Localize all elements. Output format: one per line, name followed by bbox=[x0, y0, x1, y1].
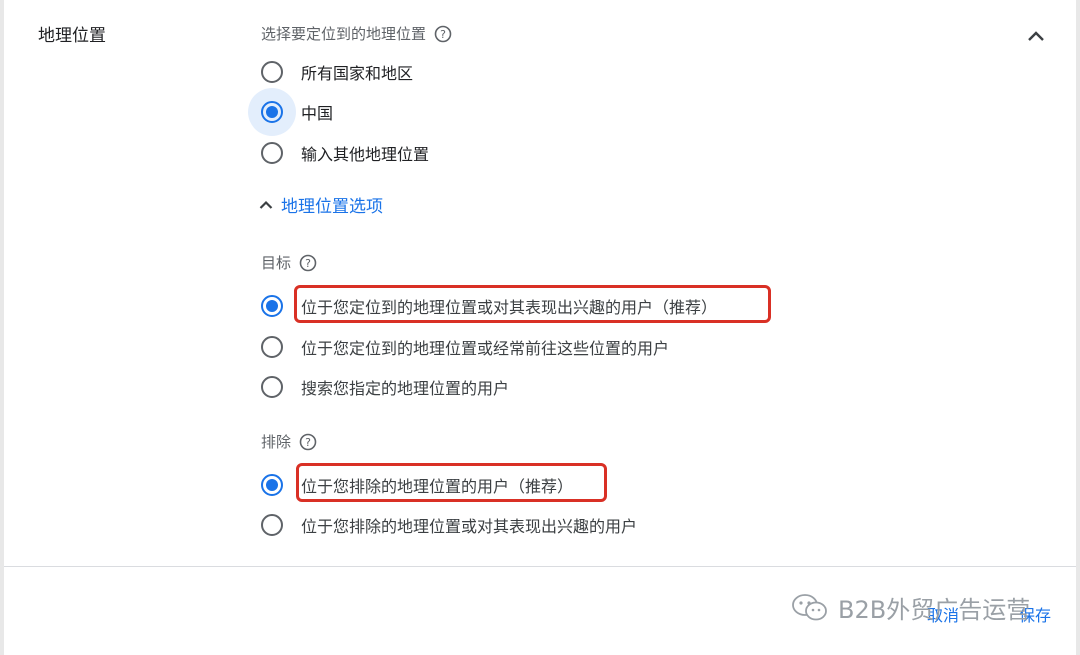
svg-text:?: ? bbox=[305, 436, 311, 449]
radio-label: 中国 bbox=[301, 104, 334, 123]
radio-button[interactable] bbox=[261, 142, 283, 164]
exclude-option-presence[interactable]: 位于您排除的地理位置的用户（推荐） bbox=[261, 473, 573, 497]
watermark: B2B外贸广告运营 bbox=[790, 590, 1030, 625]
svg-text:?: ? bbox=[305, 257, 311, 270]
help-icon[interactable]: ? bbox=[299, 433, 317, 451]
radio-button[interactable] bbox=[261, 61, 283, 83]
radio-button[interactable] bbox=[261, 336, 283, 358]
exclude-option-presence-or-interest[interactable]: 位于您排除的地理位置或对其表现出兴趣的用户 bbox=[261, 513, 637, 537]
locations-subtitle-row: 选择要定位到的地理位置 ? bbox=[261, 23, 452, 44]
footer-divider bbox=[4, 566, 1076, 567]
help-icon[interactable]: ? bbox=[299, 254, 317, 272]
wechat-icon bbox=[792, 593, 827, 620]
radio-label: 位于您排除的地理位置的用户（推荐） bbox=[301, 477, 574, 496]
geo-settings-panel: 地理位置 选择要定位到的地理位置 ? 所有国家和地区 中国 输入其他地理位置 地… bbox=[0, 0, 1080, 655]
radio-button-selected[interactable] bbox=[261, 295, 283, 317]
radio-label: 搜索您指定的地理位置的用户 bbox=[301, 379, 510, 398]
svg-text:?: ? bbox=[440, 28, 446, 41]
target-option-search-interest[interactable]: 搜索您指定的地理位置的用户 bbox=[261, 375, 509, 399]
location-option-other[interactable]: 输入其他地理位置 bbox=[261, 141, 429, 165]
target-subtitle-row: 目标 ? bbox=[261, 252, 317, 273]
chevron-up-icon bbox=[1028, 31, 1044, 41]
section-title: 地理位置 bbox=[38, 26, 106, 46]
chevron-up-icon bbox=[259, 200, 273, 209]
radio-label: 位于您定位到的地理位置或对其表现出兴趣的用户（推荐） bbox=[301, 298, 718, 317]
location-options-toggle[interactable]: 地理位置选项 bbox=[259, 192, 383, 217]
location-options-label: 地理位置选项 bbox=[281, 197, 383, 217]
radio-button-selected[interactable] bbox=[261, 474, 283, 496]
exclude-subtitle-row: 排除 ? bbox=[261, 431, 317, 452]
radio-button[interactable] bbox=[261, 514, 283, 536]
radio-button[interactable] bbox=[261, 376, 283, 398]
collapse-button[interactable] bbox=[1022, 22, 1050, 50]
help-icon[interactable]: ? bbox=[434, 25, 452, 43]
location-option-all[interactable]: 所有国家和地区 bbox=[261, 60, 413, 84]
target-option-presence-or-interest[interactable]: 位于您定位到的地理位置或对其表现出兴趣的用户（推荐） bbox=[261, 294, 717, 318]
radio-label: 位于您定位到的地理位置或经常前往这些位置的用户 bbox=[301, 339, 670, 358]
locations-subtitle: 选择要定位到的地理位置 bbox=[261, 25, 427, 43]
radio-label: 所有国家和地区 bbox=[301, 64, 414, 83]
radio-label: 输入其他地理位置 bbox=[301, 145, 430, 164]
target-option-presence-or-frequent[interactable]: 位于您定位到的地理位置或经常前往这些位置的用户 bbox=[261, 335, 669, 359]
radio-button-selected[interactable] bbox=[261, 101, 283, 123]
location-option-china[interactable]: 中国 bbox=[248, 88, 334, 136]
radio-label: 位于您排除的地理位置或对其表现出兴趣的用户 bbox=[301, 517, 638, 536]
watermark-text: B2B外贸广告运营 bbox=[838, 596, 1031, 624]
target-subtitle: 目标 bbox=[261, 254, 292, 272]
exclude-subtitle: 排除 bbox=[261, 433, 292, 451]
